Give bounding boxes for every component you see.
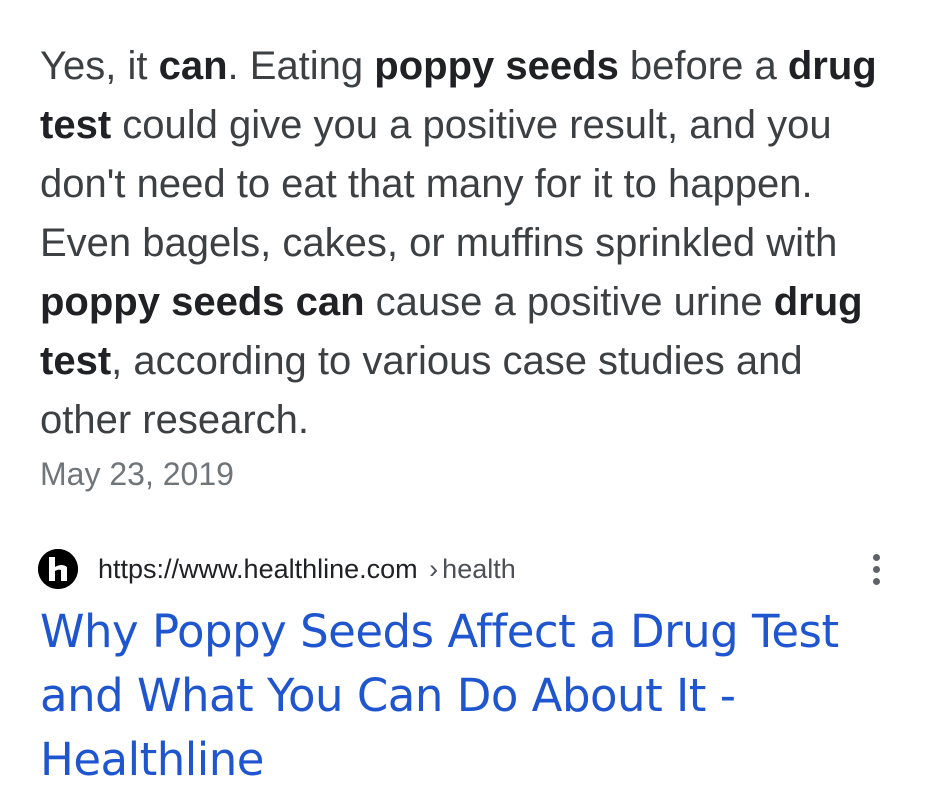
snippet-highlight: can <box>158 44 228 88</box>
snippet-text-part: . Eating <box>227 44 375 88</box>
snippet-text-part: , according to various case studies and … <box>40 339 803 442</box>
snippet-text-part: Yes, it <box>40 44 159 88</box>
breadcrumb-separator-icon: › <box>429 554 439 584</box>
menu-dot <box>872 577 880 585</box>
snippet-date: May 23, 2019 <box>40 456 234 492</box>
featured-snippet-text: Yes, it can. Eating poppy seeds before a… <box>40 37 900 450</box>
snippet-text-part: cause a positive urine <box>364 280 774 324</box>
source-domain: https://www.healthline.com <box>98 554 418 584</box>
source-url[interactable]: https://www.healthline.com › health <box>98 549 516 589</box>
source-breadcrumb: health <box>442 554 516 584</box>
snippet-text-part: before a <box>618 44 788 88</box>
snippet-highlight: poppy seeds can <box>40 280 365 324</box>
result-title-link[interactable]: Why Poppy Seeds Affect a Drug Test and W… <box>40 600 900 792</box>
result-source[interactable]: https://www.healthline.com › health <box>38 545 898 593</box>
healthline-logo-icon <box>38 549 78 589</box>
snippet-text-part: could give you a positive result, and yo… <box>40 103 838 265</box>
more-vert-icon[interactable] <box>864 549 888 589</box>
menu-dot <box>872 553 880 561</box>
menu-dot <box>872 565 880 573</box>
snippet-highlight: poppy seeds <box>374 44 619 88</box>
